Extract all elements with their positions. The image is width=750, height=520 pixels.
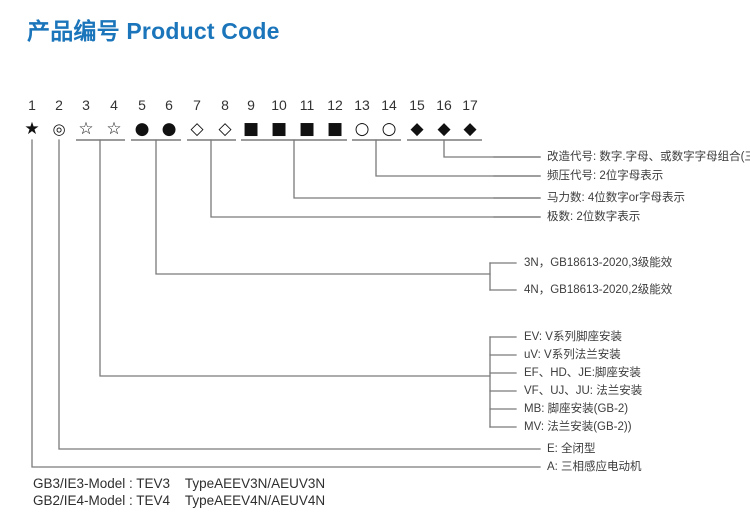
position-number: 13 xyxy=(354,97,370,113)
leader-horsepower xyxy=(293,139,541,199)
model-lines: GB3/IE3-Model : TEV3 TypeAEEV3N/AEUV3N G… xyxy=(33,476,325,508)
position-number: 9 xyxy=(247,97,255,113)
symbol-filled-square: ■ xyxy=(327,119,343,139)
symbol-filled-star: ★ xyxy=(24,119,39,139)
position-number: 16 xyxy=(436,97,452,113)
position-number: 14 xyxy=(381,97,397,113)
annotation-motor-type: A: 三相感应电动机 xyxy=(547,459,642,473)
symbol-filled-diamond: ◆ xyxy=(410,119,424,139)
symbol-open-circle: ○ xyxy=(355,119,370,139)
model-line: GB2/IE4-Model : TEV4 TypeAEEV4N/AEUV4N xyxy=(33,493,325,508)
leader-enclosure xyxy=(58,139,541,450)
leader-efficiency xyxy=(155,139,491,275)
symbol-filled-diamond: ◆ xyxy=(463,119,477,139)
symbol-filled-diamond: ◆ xyxy=(437,119,451,139)
mounting-item: MV: 法兰安装(GB-2)) xyxy=(524,419,632,433)
annotation-horsepower: 马力数: 4位数字or字母表示 xyxy=(547,190,685,204)
leader-motor-type xyxy=(31,139,541,468)
position-number-row: 1 2 3 4 5 6 7 8 9 10 11 12 13 14 15 16 1… xyxy=(28,97,478,113)
position-symbol-row: ★ ◎ ☆ ☆ ● ● ◇ ◇ ■ ■ ■ ■ ○ ○ ◆ ◆ ◆ xyxy=(24,119,477,139)
position-number: 1 xyxy=(28,97,36,113)
mounting-item: MB: 脚座安装(GB-2) xyxy=(524,401,628,415)
annotation-stubs-top xyxy=(493,156,541,218)
mounting-item: EV: V系列脚座安装 xyxy=(524,329,622,343)
position-number: 7 xyxy=(193,97,201,113)
model-line: GB3/IE3-Model : TEV3 TypeAEEV3N/AEUV3N xyxy=(33,476,325,491)
annotation-texts-top: 改造代号: 数字.字母、或数字字母组合(三位) 频压代号: 2位字母表示 马力数… xyxy=(547,149,750,223)
symbol-double-circle: ◎ xyxy=(52,120,65,138)
position-number: 3 xyxy=(82,97,90,113)
symbol-open-diamond: ◇ xyxy=(190,119,204,139)
efficiency-item: 3N，GB18613-2020,3级能效 xyxy=(524,255,673,269)
bottom-annotation-texts: E: 全闭型 A: 三相感应电动机 xyxy=(547,441,642,473)
annotation-enclosure: E: 全闭型 xyxy=(547,441,596,455)
symbol-filled-square: ■ xyxy=(243,119,259,139)
position-number: 6 xyxy=(165,97,173,113)
symbol-open-star: ☆ xyxy=(106,119,121,139)
position-number: 12 xyxy=(327,97,343,113)
position-number: 17 xyxy=(462,97,478,113)
leader-modification-code xyxy=(443,139,541,158)
mounting-item: VF、UJ、JU: 法兰安装 xyxy=(524,383,643,397)
symbol-open-star: ☆ xyxy=(78,119,93,139)
leader-lines xyxy=(31,139,541,468)
annotation-modification-code: 改造代号: 数字.字母、或数字字母组合(三位) xyxy=(547,149,750,163)
position-number: 15 xyxy=(409,97,425,113)
position-number: 5 xyxy=(138,97,146,113)
position-number: 11 xyxy=(300,97,315,113)
position-number: 4 xyxy=(110,97,118,113)
annotation-voltage-code: 频压代号: 2位字母表示 xyxy=(547,168,663,182)
position-number: 2 xyxy=(55,97,63,113)
symbol-filled-square: ■ xyxy=(271,119,287,139)
symbol-filled-circle: ● xyxy=(162,119,177,139)
efficiency-item: 4N，GB18613-2020,2级能效 xyxy=(524,282,673,296)
leader-voltage-code xyxy=(375,139,541,177)
symbol-open-circle: ○ xyxy=(382,119,397,139)
symbol-open-diamond: ◇ xyxy=(218,119,232,139)
product-code-diagram: 1 2 3 4 5 6 7 8 9 10 11 12 13 14 15 16 1… xyxy=(24,97,750,508)
position-number: 8 xyxy=(221,97,229,113)
mounting-item: uV: V系列法兰安装 xyxy=(524,347,621,361)
symbol-filled-square: ■ xyxy=(299,119,315,139)
mounting-texts: EV: V系列脚座安装 uV: V系列法兰安装 EF、HD、JE:脚座安装 VF… xyxy=(524,329,643,433)
symbol-filled-circle: ● xyxy=(135,119,150,139)
efficiency-texts: 3N，GB18613-2020,3级能效 4N，GB18613-2020,2级能… xyxy=(524,255,673,296)
efficiency-bracket xyxy=(489,262,517,291)
mounting-bracket xyxy=(489,336,517,428)
annotation-poles: 极数: 2位数字表示 xyxy=(547,209,640,223)
position-number: 10 xyxy=(271,97,287,113)
mounting-item: EF、HD、JE:脚座安装 xyxy=(524,365,641,379)
